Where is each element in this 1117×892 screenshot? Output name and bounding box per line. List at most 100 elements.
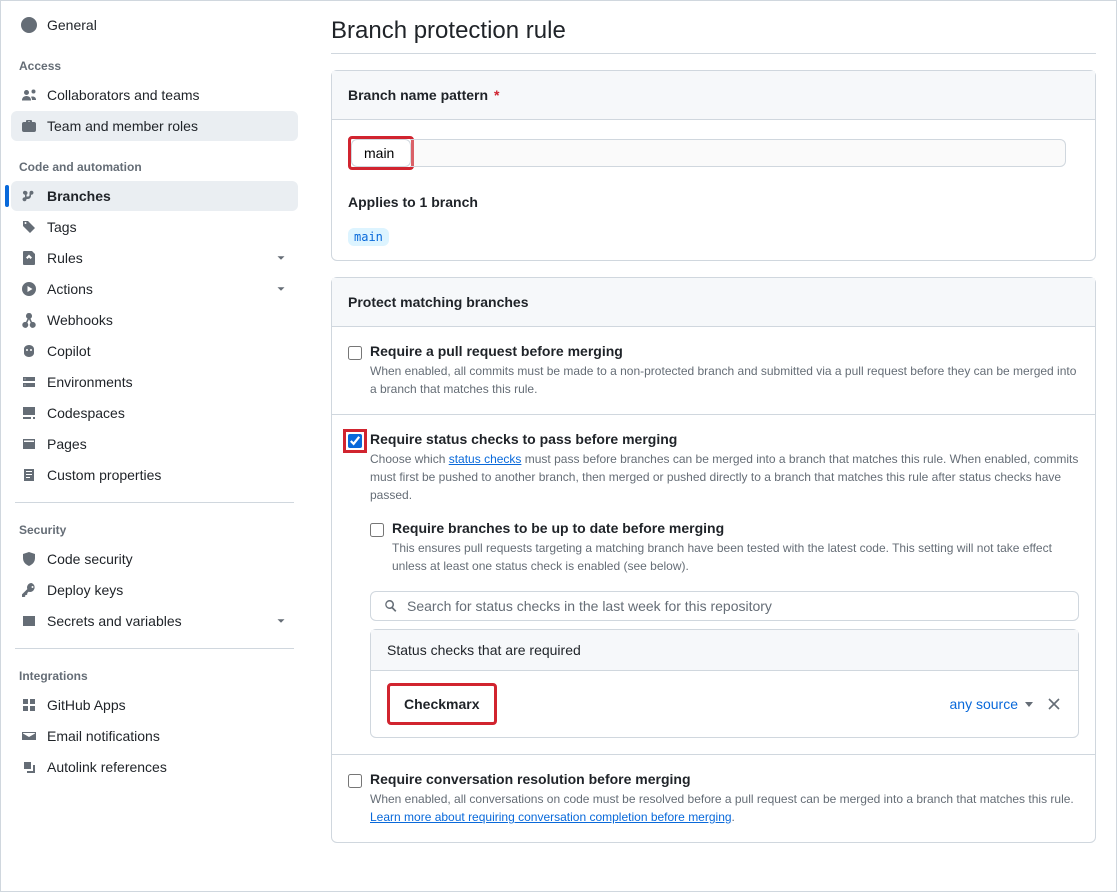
people-icon [21, 87, 37, 103]
status-check-source-select[interactable]: any source [950, 696, 1034, 712]
protect-branches-header: Protect matching branches [332, 278, 1095, 327]
sidebar-item-deploy-keys[interactable]: Deploy keys [11, 575, 298, 605]
webhook-icon [21, 312, 37, 328]
status-check-search-placeholder: Search for status checks in the last wee… [407, 598, 772, 614]
triangle-down-icon [1024, 699, 1034, 709]
require-pr-checkbox[interactable] [348, 346, 362, 360]
tag-icon [21, 219, 37, 235]
sidebar-item-label: Collaborators and teams [47, 87, 200, 103]
conversation-learn-more-link[interactable]: Learn more about requiring conversation … [370, 810, 732, 824]
briefcase-icon [21, 118, 37, 134]
sidebar-item-label: Webhooks [47, 312, 113, 328]
protect-branches-panel: Protect matching branches Require a pull… [331, 277, 1096, 843]
sidebar-item-label: Pages [47, 436, 87, 452]
mail-icon [21, 728, 37, 744]
sidebar-item-label: Email notifications [47, 728, 160, 744]
sidebar-item-actions[interactable]: Actions [11, 274, 298, 304]
key-asterisk-icon [21, 613, 37, 629]
rule-require-status: Require status checks to pass before mer… [332, 415, 1095, 755]
repo-push-icon [21, 250, 37, 266]
status-checks-link[interactable]: status checks [449, 452, 522, 466]
require-status-label: Require status checks to pass before mer… [370, 431, 677, 447]
cross-reference-icon [21, 759, 37, 775]
sidebar-item-label: Deploy keys [47, 582, 123, 598]
sidebar-item-copilot[interactable]: Copilot [11, 336, 298, 366]
sidebar-item-pages[interactable]: Pages [11, 429, 298, 459]
sidebar-item-label: Autolink references [47, 759, 167, 775]
chevron-down-icon [274, 251, 288, 265]
codespaces-icon [21, 405, 37, 421]
require-pr-desc: When enabled, all commits must be made t… [370, 362, 1079, 398]
sidebar-item-label: Environments [47, 374, 133, 390]
require-uptodate-checkbox[interactable] [370, 523, 384, 537]
required-checks-panel: Status checks that are required Checkmar… [370, 629, 1079, 738]
sidebar-item-label: Branches [47, 188, 111, 204]
branch-pattern-label: Branch name pattern [348, 87, 488, 103]
sidebar-item-label: Custom properties [47, 467, 161, 483]
sidebar-item-code-security[interactable]: Code security [11, 544, 298, 574]
sidebar-group-code: Code and automation [7, 142, 302, 180]
require-uptodate-label: Require branches to be up to date before… [392, 520, 724, 536]
sidebar-item-label: Code security [47, 551, 133, 567]
main-content: Branch protection rule Branch name patte… [311, 1, 1116, 891]
require-status-desc: Choose which status checks must pass bef… [370, 450, 1079, 504]
sidebar-group-access: Access [7, 41, 302, 79]
sidebar-item-email-notifications[interactable]: Email notifications [11, 721, 298, 751]
required-asterisk: * [494, 87, 499, 103]
sidebar-item-secrets[interactable]: Secrets and variables [11, 606, 298, 636]
git-branch-icon [21, 188, 37, 204]
branch-pattern-panel: Branch name pattern * Applies to 1 branc… [331, 70, 1096, 261]
status-check-search[interactable]: Search for status checks in the last wee… [370, 591, 1079, 621]
sidebar-item-label: Rules [47, 250, 83, 266]
status-check-name: Checkmarx [387, 683, 497, 725]
sidebar-item-label: Codespaces [47, 405, 125, 421]
branch-pattern-input-highlight [348, 136, 414, 170]
sidebar-item-custom-properties[interactable]: Custom properties [11, 460, 298, 490]
sidebar-item-tags[interactable]: Tags [11, 212, 298, 242]
settings-sidebar: General Access Collaborators and teams T… [1, 1, 311, 891]
branch-pattern-header: Branch name pattern * [332, 71, 1095, 120]
sidebar-item-label: Secrets and variables [47, 613, 182, 629]
gear-icon [21, 17, 37, 33]
sidebar-item-environments[interactable]: Environments [11, 367, 298, 397]
sidebar-item-webhooks[interactable]: Webhooks [11, 305, 298, 335]
sidebar-item-github-apps[interactable]: GitHub Apps [11, 690, 298, 720]
require-status-checkbox[interactable] [348, 434, 362, 448]
sidebar-item-general[interactable]: General [11, 10, 298, 40]
sidebar-item-branches[interactable]: Branches [11, 181, 298, 211]
shield-icon [21, 551, 37, 567]
sidebar-item-autolink[interactable]: Autolink references [11, 752, 298, 782]
key-icon [21, 582, 37, 598]
sidebar-item-label: GitHub Apps [47, 697, 126, 713]
sidebar-item-label: Actions [47, 281, 93, 297]
sidebar-item-label: Copilot [47, 343, 91, 359]
require-conversation-desc: When enabled, all conversations on code … [370, 790, 1079, 826]
apps-icon [21, 697, 37, 713]
sidebar-item-collaborators[interactable]: Collaborators and teams [11, 80, 298, 110]
branch-pattern-input-tail[interactable] [410, 139, 1066, 167]
sidebar-item-label: Team and member roles [47, 118, 198, 134]
browser-icon [21, 436, 37, 452]
search-icon [383, 598, 399, 614]
play-icon [21, 281, 37, 297]
server-icon [21, 374, 37, 390]
sidebar-item-codespaces[interactable]: Codespaces [11, 398, 298, 428]
sidebar-item-rules[interactable]: Rules [11, 243, 298, 273]
required-checks-header: Status checks that are required [371, 630, 1078, 671]
copilot-icon [21, 343, 37, 359]
sidebar-group-security: Security [7, 505, 302, 543]
sidebar-item-team-roles[interactable]: Team and member roles [11, 111, 298, 141]
sidebar-group-integrations: Integrations [7, 651, 302, 689]
branch-pattern-input[interactable] [351, 139, 411, 167]
sidebar-item-label: Tags [47, 219, 77, 235]
applies-to-label: Applies to 1 branch [348, 194, 1079, 210]
require-conversation-checkbox[interactable] [348, 774, 362, 788]
chevron-down-icon [274, 282, 288, 296]
require-conversation-label: Require conversation resolution before m… [370, 771, 691, 787]
close-icon[interactable] [1046, 696, 1062, 712]
rule-require-conversation: Require conversation resolution before m… [332, 755, 1095, 842]
rule-require-pr: Require a pull request before merging Wh… [332, 327, 1095, 415]
required-check-row: Checkmarx any source [371, 671, 1078, 737]
require-pr-label: Require a pull request before merging [370, 343, 623, 359]
chevron-down-icon [274, 614, 288, 628]
